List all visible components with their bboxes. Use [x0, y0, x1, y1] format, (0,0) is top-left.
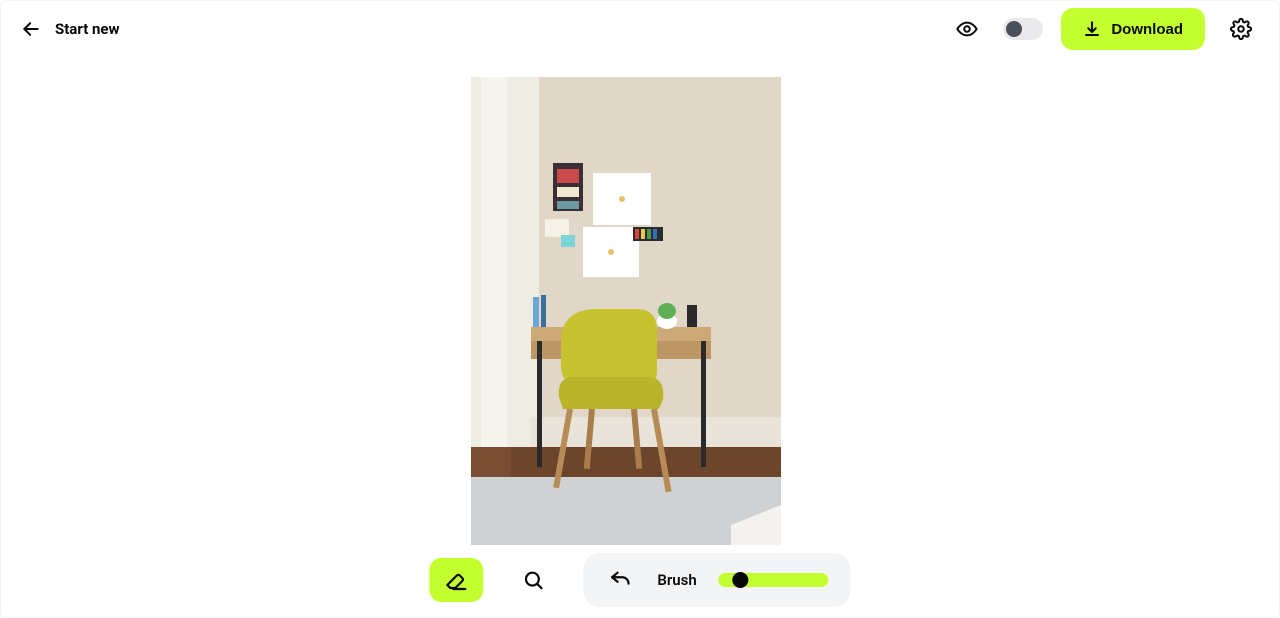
top-right-controls: Download [949, 8, 1259, 50]
preview-button[interactable] [949, 11, 985, 47]
brush-size-slider[interactable] [719, 573, 829, 587]
gear-icon [1230, 18, 1252, 40]
download-button[interactable]: Download [1061, 8, 1205, 50]
start-new-label: Start new [55, 20, 120, 38]
eraser-icon [444, 568, 468, 592]
start-new-button[interactable]: Start new [21, 19, 120, 39]
download-icon [1083, 20, 1101, 38]
eraser-tool-button[interactable] [429, 558, 483, 602]
brush-label: Brush [657, 571, 696, 589]
slider-thumb[interactable] [733, 572, 749, 588]
bottom-toolbar: Brush [429, 553, 850, 607]
undo-button[interactable] [605, 565, 635, 595]
settings-button[interactable] [1223, 11, 1259, 47]
app-root: Start new Download [0, 0, 1280, 618]
arrow-left-icon [21, 19, 41, 39]
compare-toggle[interactable] [1003, 18, 1043, 40]
undo-icon [609, 569, 631, 591]
magnifier-icon [522, 569, 544, 591]
brush-panel: Brush [583, 553, 850, 607]
top-bar: Start new Download [1, 1, 1279, 57]
image-canvas[interactable] [471, 77, 781, 545]
loaded-image [471, 77, 781, 545]
zoom-tool-button[interactable] [515, 562, 551, 598]
download-label: Download [1111, 21, 1183, 38]
eye-icon [956, 18, 978, 40]
